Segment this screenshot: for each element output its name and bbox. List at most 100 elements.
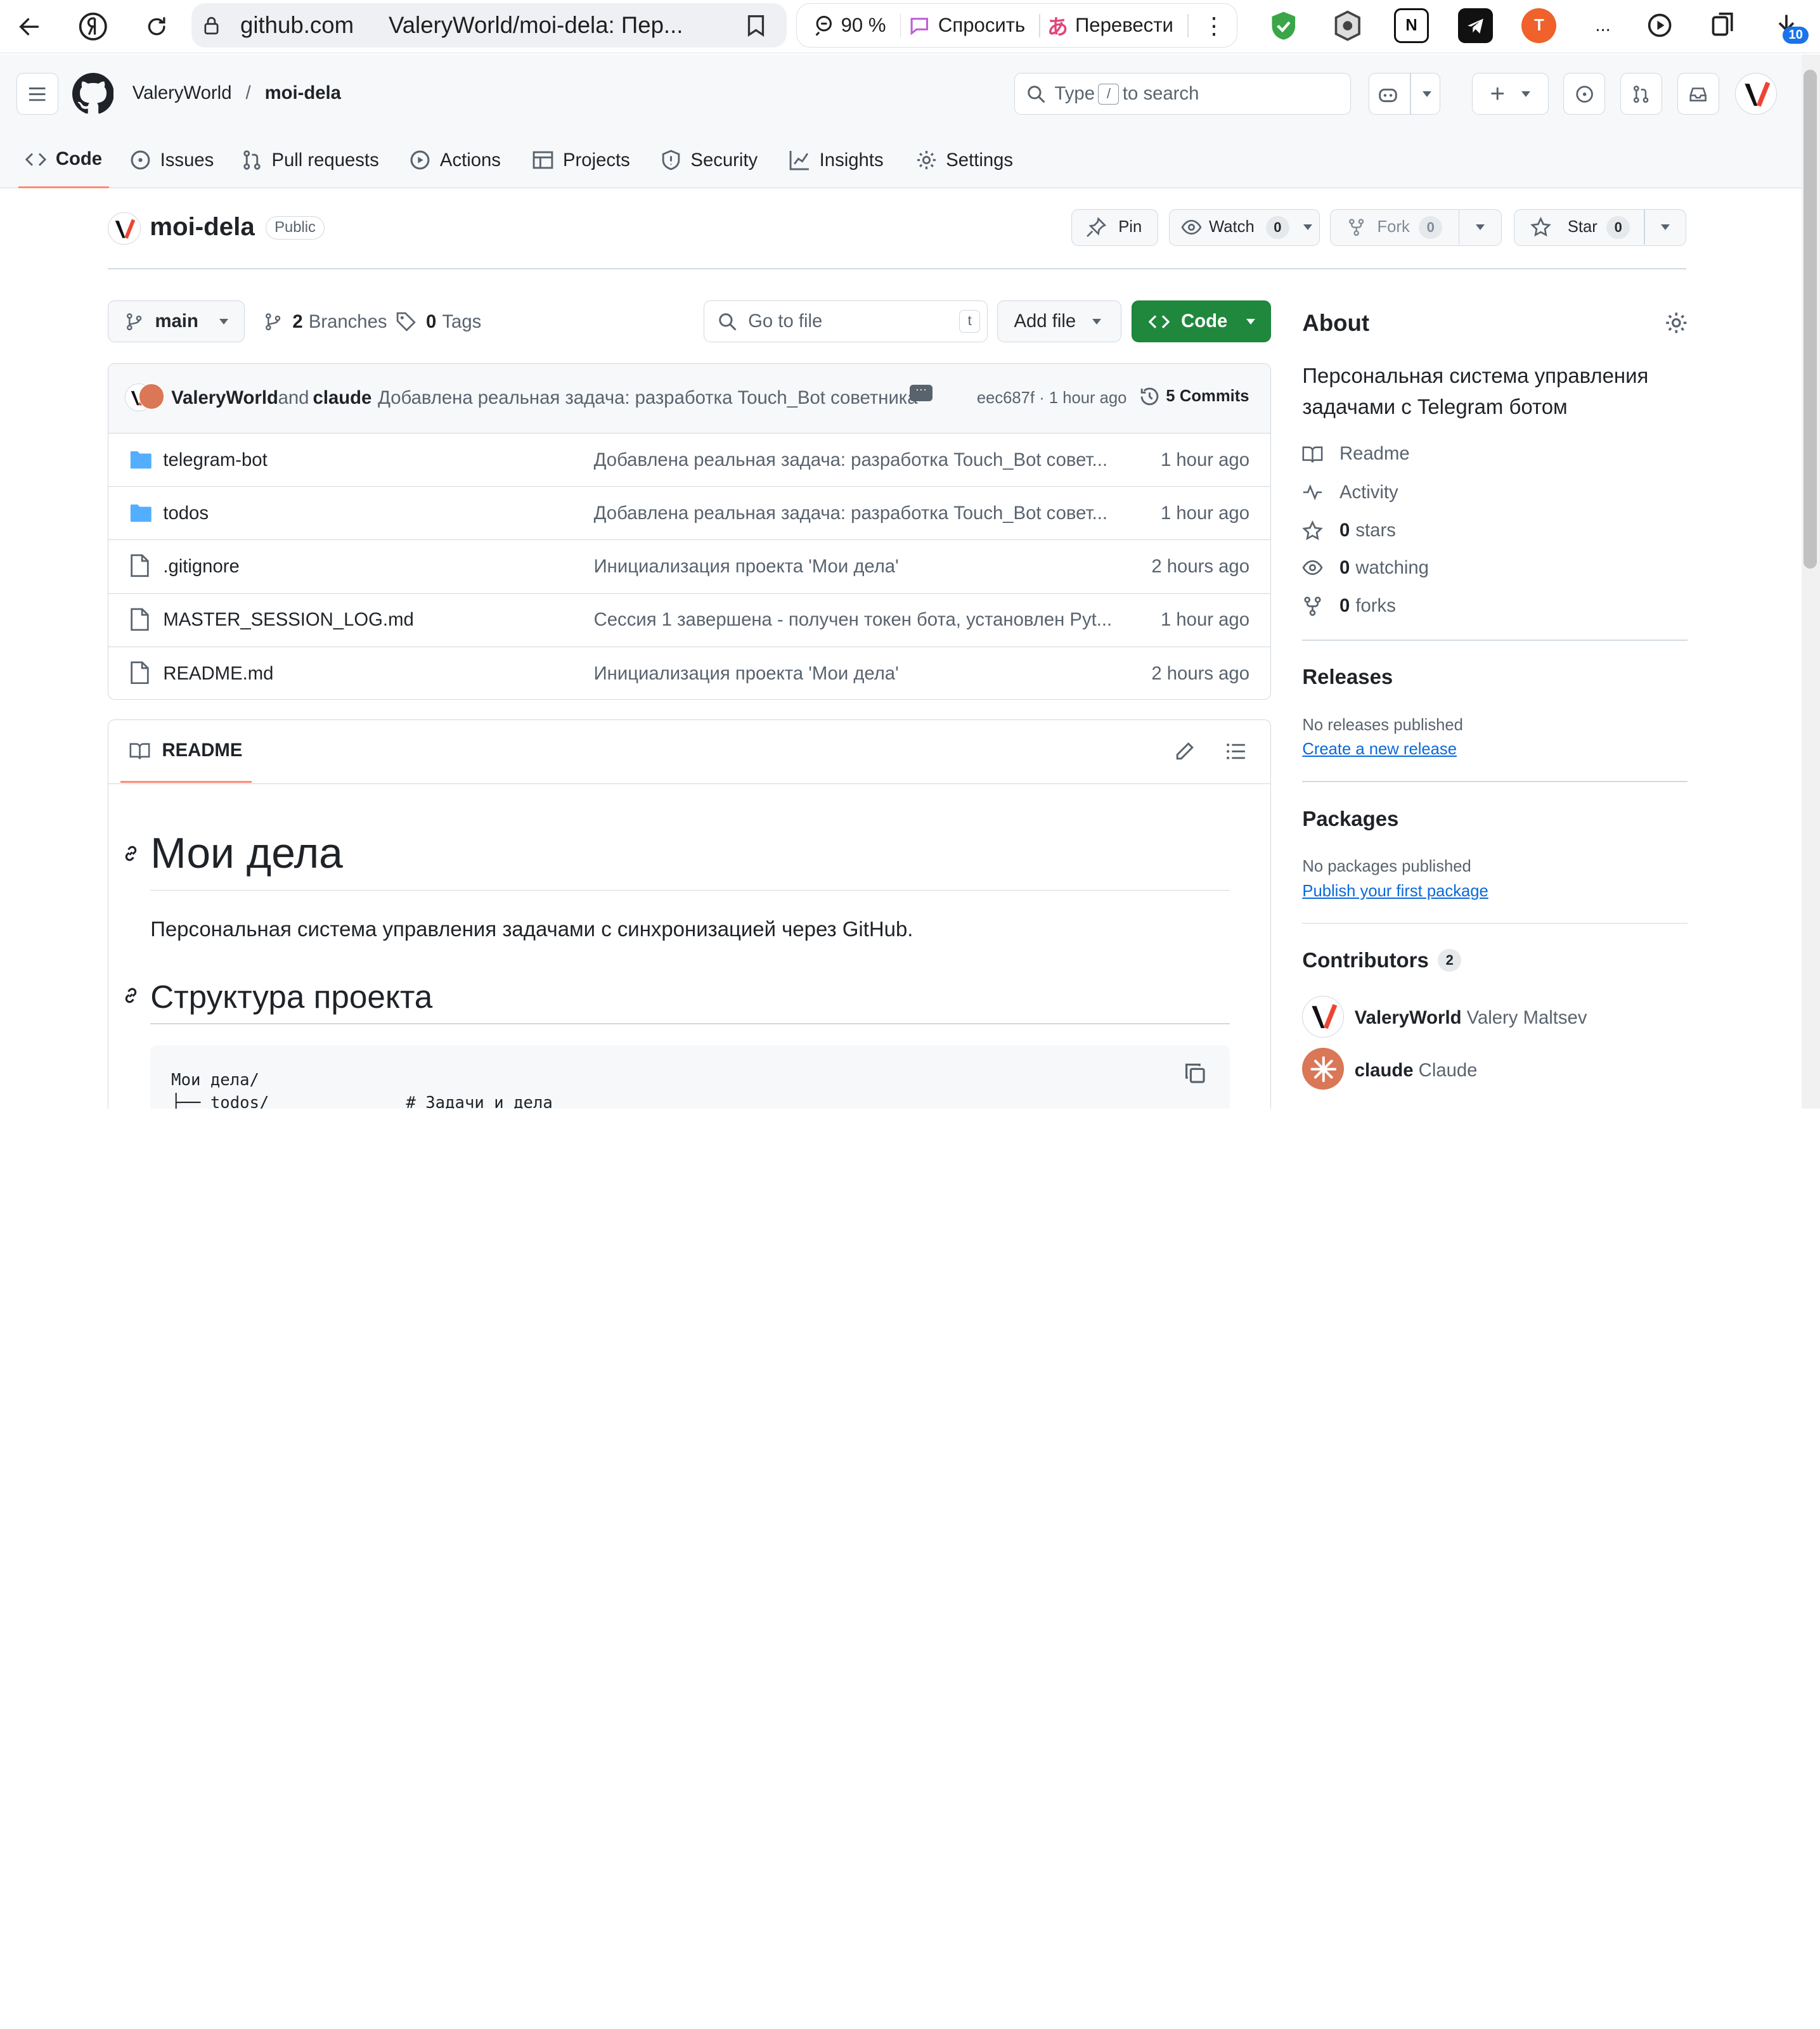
copilot-button[interactable] [1368, 73, 1441, 115]
go-to-file-input[interactable]: Go to file t [703, 300, 988, 343]
menu-button[interactable] [16, 73, 58, 115]
file-row[interactable]: todos Добавлена реальная задача: разрабо… [108, 487, 1270, 541]
stars-link[interactable]: 0 stars [1302, 520, 1396, 541]
chevron-down-icon[interactable] [1476, 224, 1485, 231]
bookmark-icon[interactable] [745, 14, 766, 37]
branches-link[interactable]: 2 Branches [264, 311, 387, 333]
releases-title[interactable]: Releases [1302, 665, 1393, 689]
file-name[interactable]: MASTER_SESSION_LOG.md [163, 609, 413, 631]
readme-link[interactable]: Readme [1302, 443, 1410, 465]
commit-authors-avatars[interactable] [124, 383, 165, 414]
telegram-extension-icon[interactable] [1457, 8, 1493, 43]
tab-security[interactable]: Security [661, 132, 758, 188]
tab-settings[interactable]: Settings [916, 132, 1013, 188]
contributor-entry[interactable]: claude Claude [1355, 1060, 1478, 1081]
outline-list-icon[interactable] [1225, 741, 1246, 762]
file-name[interactable]: telegram-bot [163, 449, 267, 471]
fork-button[interactable]: Fork 0 [1330, 209, 1502, 247]
packages-title[interactable]: Packages [1302, 807, 1398, 831]
file-commit-message[interactable]: Инициализация проекта 'Мои дела' [594, 663, 899, 685]
github-logo-icon[interactable] [72, 73, 114, 115]
breadcrumb-owner[interactable]: ValeryWorld [132, 82, 232, 104]
commits-link[interactable]: 5 Commits [1139, 386, 1249, 407]
tab-pull-requests[interactable]: Pull requests [242, 132, 379, 188]
contributor-avatar[interactable] [1302, 1048, 1345, 1090]
kebab-menu-icon[interactable]: ⋮ [1203, 12, 1226, 39]
zoom-level[interactable]: 90 % [841, 14, 886, 37]
file-name[interactable]: .gitignore [163, 556, 239, 577]
contributors-header[interactable]: Contributors 2 [1302, 948, 1462, 972]
file-row[interactable]: README.md Инициализация проекта 'Мои дел… [108, 647, 1270, 699]
tab-insights[interactable]: Insights [789, 132, 884, 188]
yandex-icon[interactable] [75, 10, 110, 44]
anchor-link-icon[interactable] [120, 985, 141, 1006]
scrollbar-thumb[interactable] [1804, 69, 1817, 569]
address-bar[interactable]: github.com ValeryWorld/moi-dela: Пер... [191, 3, 787, 48]
file-commit-message[interactable]: Сессия 1 завершена - получен токен бота,… [594, 609, 1113, 631]
tab-actions[interactable]: Actions [410, 132, 501, 188]
pin-button[interactable]: Pin [1071, 209, 1159, 247]
commit-author-2[interactable]: claude [313, 387, 372, 409]
chevron-down-icon[interactable] [1661, 224, 1670, 231]
vpn-extension-icon[interactable] [1330, 8, 1365, 43]
readme-intro: Персональная система управления задачами… [150, 917, 913, 941]
file-row[interactable]: .gitignore Инициализация проекта 'Мои де… [108, 540, 1270, 594]
pull-request-icon [1634, 85, 1649, 103]
branch-selector[interactable]: main [108, 300, 245, 343]
add-file-button[interactable]: Add file [997, 300, 1121, 343]
inbox-button[interactable] [1677, 73, 1719, 115]
file-commit-message[interactable]: Добавлена реальная задача: разработка To… [594, 503, 1107, 524]
tab-projects[interactable]: Projects [532, 132, 630, 188]
watch-button[interactable]: Watch 0 [1168, 209, 1320, 247]
copy-icon[interactable] [1184, 1062, 1207, 1085]
file-commit-message[interactable]: Инициализация проекта 'Мои дела' [594, 556, 899, 577]
more-extensions[interactable]: ... [1585, 8, 1620, 43]
search-input[interactable]: Type / to search [1014, 73, 1352, 115]
file-commit-message[interactable]: Добавлена реальная задача: разработка To… [594, 449, 1107, 471]
file-name[interactable]: todos [163, 503, 209, 524]
repo-name[interactable]: moi-dela [150, 212, 255, 242]
commit-hash-time[interactable]: eec687f · 1 hour ago [977, 389, 1127, 408]
tags-link[interactable]: 0 Tags [396, 311, 481, 333]
plus-icon: + [1490, 79, 1506, 108]
create-new-button[interactable]: + [1471, 73, 1549, 115]
translate-icon: あ [1047, 15, 1068, 39]
media-icon[interactable] [1644, 8, 1679, 43]
file-row[interactable]: telegram-bot Добавлена реальная задача: … [108, 434, 1270, 487]
search-icon [1027, 85, 1045, 103]
translate-button[interactable]: Перевести [1075, 14, 1173, 37]
readme-tab[interactable]: README [120, 720, 252, 783]
pull-requests-button[interactable] [1620, 73, 1662, 115]
edit-pencil-icon[interactable] [1174, 741, 1195, 762]
breadcrumb-repo[interactable]: moi-dela [265, 82, 341, 104]
commit-message[interactable]: Добавлена реальная задача: разработка To… [378, 387, 917, 409]
code-dropdown-button[interactable]: Code [1132, 300, 1271, 343]
publish-package-link[interactable]: Publish your first package [1302, 882, 1488, 901]
notion-extension-icon[interactable]: N [1394, 8, 1429, 43]
anchor-link-icon[interactable] [120, 843, 141, 864]
tab-code[interactable]: Code [18, 132, 110, 188]
commit-author-1[interactable]: ValeryWorld [171, 387, 278, 409]
file-name[interactable]: README.md [163, 663, 273, 685]
ellipsis-icon[interactable]: ··· [909, 383, 933, 401]
tab-issues[interactable]: Issues [130, 132, 214, 188]
shield-extension-icon[interactable] [1267, 8, 1301, 43]
translator-extension-icon[interactable]: T [1521, 8, 1557, 43]
star-button[interactable]: Star 0 [1513, 209, 1687, 247]
gear-icon[interactable] [1665, 311, 1688, 335]
watching-link[interactable]: 0 watching [1302, 557, 1429, 579]
repo-owner-avatar[interactable] [108, 212, 141, 245]
back-icon[interactable] [11, 10, 46, 44]
issues-button[interactable] [1563, 73, 1606, 115]
contributor-avatar[interactable] [1302, 995, 1345, 1038]
contributor-entry[interactable]: ValeryWorld Valery Maltsev [1355, 1007, 1587, 1029]
file-row[interactable]: MASTER_SESSION_LOG.md Сессия 1 завершена… [108, 594, 1270, 647]
forks-link[interactable]: 0 forks [1302, 595, 1396, 617]
collections-icon[interactable] [1707, 8, 1741, 43]
user-avatar[interactable] [1735, 73, 1778, 115]
activity-link[interactable]: Activity [1302, 482, 1398, 503]
reload-icon[interactable] [139, 10, 174, 44]
inbox-icon [1689, 87, 1707, 101]
ask-button[interactable]: Спросить [938, 14, 1025, 37]
create-release-link[interactable]: Create a new release [1302, 740, 1457, 759]
